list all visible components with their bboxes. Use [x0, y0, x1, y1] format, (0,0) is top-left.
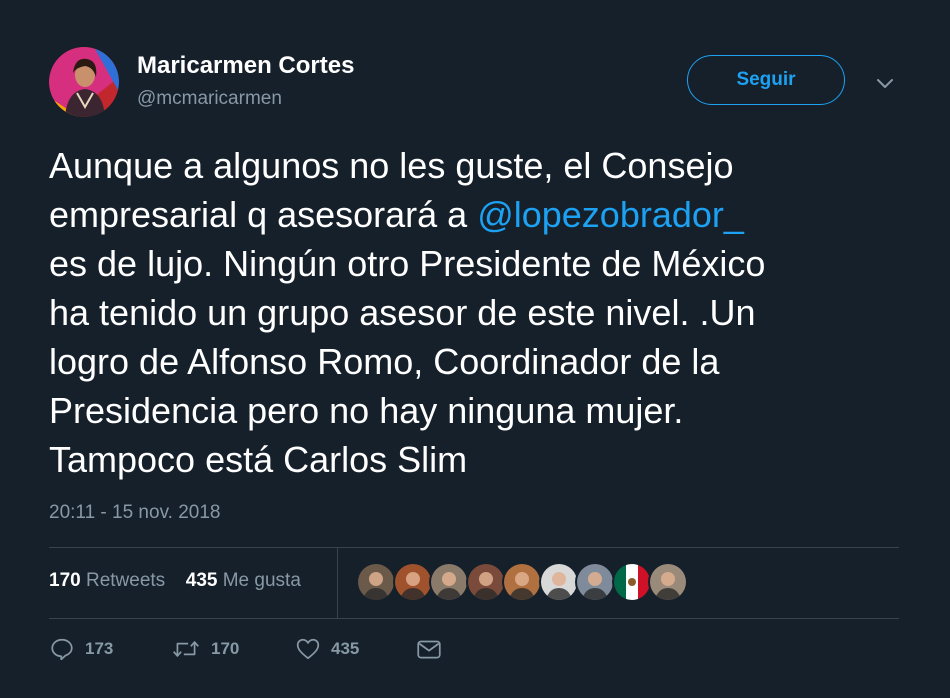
liker-avatar-7[interactable]	[577, 564, 613, 600]
liker-avatar-icon	[650, 564, 686, 600]
tweet-line: es de lujo. Ningún otro Presidente de Mé…	[49, 239, 909, 288]
liker-avatar-icon	[467, 564, 504, 600]
tweet-line-text: es de lujo. Ningún otro Presidente de Mé…	[49, 243, 766, 284]
user-handle[interactable]: @mcmaricarmen	[137, 88, 282, 110]
liker-avatar-icon	[540, 564, 577, 600]
liker-avatar-icon	[504, 564, 540, 600]
liker-avatar-icon	[577, 564, 613, 600]
likes-stat-count: 435	[185, 570, 218, 591]
tweet-timestamp[interactable]: 20:11 - 15 nov. 2018	[49, 502, 220, 524]
retweets-stat-count: 170	[49, 570, 81, 591]
likes-stat-label: Me gusta	[217, 570, 301, 591]
tweet-line: empresarial q asesorará a @lopezobrador_	[49, 190, 909, 239]
profile-photo-icon	[49, 47, 119, 117]
tweet-line: Aunque a algunos no les guste, el Consej…	[49, 141, 909, 190]
like-action[interactable]: 435	[295, 636, 359, 662]
envelope-icon	[417, 640, 441, 659]
divider	[49, 618, 899, 619]
liker-avatar-6[interactable]	[540, 564, 577, 600]
likes-stat[interactable]: 435 Me gusta	[186, 570, 301, 591]
avatar[interactable]	[49, 47, 119, 117]
reply-icon	[51, 638, 73, 661]
retweets-stat[interactable]: 170 Retweets	[49, 570, 165, 591]
tweet-line-text: Tampoco está Carlos Slim	[49, 439, 468, 480]
mexico-flag-avatar-8[interactable]	[613, 564, 650, 600]
tweet-line-text: empresarial q asesorará a	[49, 194, 478, 235]
tweet-line-text: Aunque a algunos no les guste, el Consej…	[49, 145, 734, 186]
retweet-count: 170	[211, 639, 240, 658]
reply-count: 173	[85, 639, 114, 658]
tweet-line: logro de Alfonso Romo, Coordinador de la	[49, 337, 909, 386]
liker-avatar-icon	[394, 564, 431, 600]
direct-message-action[interactable]	[415, 636, 453, 662]
tweet-line: Tampoco está Carlos Slim	[49, 435, 909, 484]
like-count: 435	[331, 639, 360, 658]
tweet-text: Aunque a algunos no les guste, el Consej…	[49, 141, 909, 484]
liker-avatar-4[interactable]	[467, 564, 504, 600]
user-display-name[interactable]: Maricarmen Cortes	[137, 52, 354, 80]
tweet-line-text: ha tenido un grupo asesor de este nivel.…	[49, 292, 756, 333]
more-options-chevron-icon[interactable]	[874, 72, 896, 94]
tweet-line-text: Presidencia pero no hay ninguna mujer.	[49, 390, 684, 431]
mention-link[interactable]: @lopezobrador_	[477, 194, 744, 235]
tweet-line-text: logro de Alfonso Romo, Coordinador de la	[49, 341, 720, 382]
retweets-stat-label: Retweets	[80, 570, 166, 591]
retweet-icon	[173, 641, 199, 657]
retweet-action[interactable]: 170	[171, 636, 239, 662]
liker-avatar-5[interactable]	[504, 564, 540, 600]
liker-avatar-3[interactable]	[431, 564, 467, 600]
liker-avatar-1[interactable]	[358, 564, 394, 600]
tweet-stats: 170 Retweets 435 Me gusta	[49, 570, 301, 592]
tweet-line: Presidencia pero no hay ninguna mujer.	[49, 386, 909, 435]
tweet-line: ha tenido un grupo asesor de este nivel.…	[49, 288, 909, 337]
reply-action[interactable]: 173	[49, 636, 113, 662]
liker-avatar-2[interactable]	[394, 564, 431, 600]
follow-button[interactable]: Seguir	[687, 55, 845, 105]
stats-separator	[337, 548, 338, 618]
liker-avatar-9[interactable]	[650, 564, 686, 600]
mexico-flag-avatar-icon	[613, 564, 650, 600]
liker-avatar-icon	[431, 564, 467, 600]
heart-icon	[296, 638, 320, 660]
divider	[49, 547, 899, 548]
liker-avatar-icon	[358, 564, 394, 600]
